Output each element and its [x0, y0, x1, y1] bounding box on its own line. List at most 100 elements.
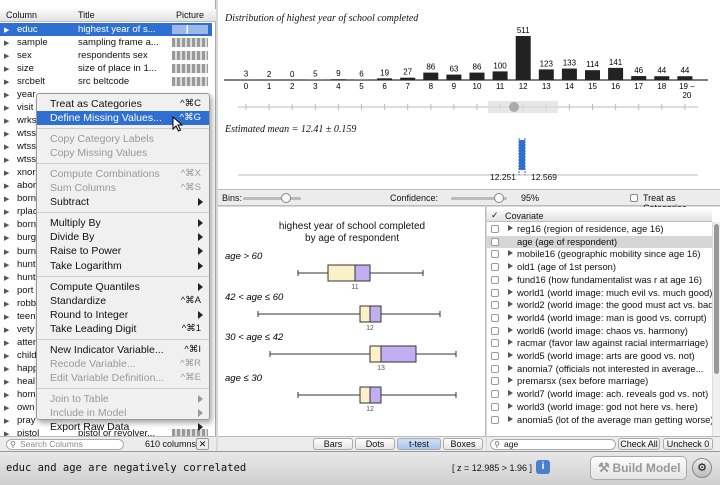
covariate-checkbox[interactable]: [491, 263, 499, 272]
covariate-checkbox[interactable]: [491, 390, 499, 399]
covariate-checkbox[interactable]: [491, 364, 499, 373]
disclosure-triangle-icon[interactable]: [508, 326, 513, 333]
search-columns-input[interactable]: ⚲ Search Columns: [6, 439, 124, 450]
menu-item-take-leading-digit[interactable]: Take Leading Digit ^⌘1: [37, 322, 209, 336]
menu-item-treat-as-categories[interactable]: Treat as Categories ^⌘C: [37, 97, 209, 111]
covariate-checkbox[interactable]: [491, 288, 499, 297]
disclosure-triangle-icon[interactable]: [508, 250, 513, 257]
confidence-slider-handle[interactable]: [494, 193, 504, 203]
disclosure-triangle-icon[interactable]: ▶: [4, 208, 9, 216]
disclosure-triangle-icon[interactable]: ▶: [4, 274, 9, 282]
disclosure-triangle-icon[interactable]: ▶: [4, 65, 9, 73]
covariate-checkbox[interactable]: [491, 377, 499, 386]
covariate-scrollbar[interactable]: [712, 222, 720, 436]
disclosure-triangle-icon[interactable]: ▶: [4, 195, 9, 203]
covariate-row[interactable]: fund16 (how fundamentalist was r at age …: [487, 274, 712, 286]
settings-icon[interactable]: ⚙: [692, 458, 712, 478]
disclosure-triangle-icon[interactable]: ▶: [4, 391, 9, 399]
disclosure-triangle-icon[interactable]: ▶: [4, 182, 9, 190]
covariate-row[interactable]: world1 (world image: much evil vs. much …: [487, 287, 712, 299]
boxes-button[interactable]: Boxes: [443, 438, 483, 450]
dots-button[interactable]: Dots: [355, 438, 395, 450]
disclosure-triangle-icon[interactable]: [508, 402, 513, 409]
uncheck-button[interactable]: Uncheck 0: [663, 438, 713, 450]
disclosure-triangle-icon[interactable]: ▶: [4, 300, 9, 308]
column-row[interactable]: ▶ size size of place in 1...: [0, 62, 212, 75]
column-row[interactable]: ▶ sex respondents sex: [0, 49, 212, 62]
disclosure-triangle-icon[interactable]: ▶: [4, 91, 9, 99]
disclosure-triangle-icon[interactable]: [508, 225, 513, 231]
covariate-row[interactable]: world3 (world image: god not here vs. he…: [487, 401, 712, 413]
disclosure-triangle-icon[interactable]: [508, 390, 513, 397]
column-row[interactable]: ▶ sample sampling frame a...: [0, 36, 212, 49]
covariate-row[interactable]: anomia5 (lot of the average man getting …: [487, 414, 712, 426]
disclosure-triangle-icon[interactable]: ▶: [4, 378, 9, 386]
disclosure-triangle-icon[interactable]: [508, 352, 513, 358]
covariate-row[interactable]: world4 (world image: man is good vs. cor…: [487, 312, 712, 324]
disclosure-triangle-icon[interactable]: ▶: [4, 52, 9, 60]
covariate-search-input[interactable]: ⚲ age: [490, 439, 616, 450]
covariate-checkbox[interactable]: [491, 402, 499, 411]
menu-item-export-raw-data[interactable]: Export Raw Data: [37, 420, 209, 434]
menu-item-multiply-by[interactable]: Multiply By: [37, 216, 209, 230]
column-row[interactable]: ▶ educ highest year of s...: [0, 23, 212, 36]
disclosure-triangle-icon[interactable]: ▶: [4, 326, 9, 334]
disclosure-triangle-icon[interactable]: ▶: [4, 352, 9, 360]
disclosure-triangle-icon[interactable]: ▶: [4, 26, 9, 34]
covariate-checkbox[interactable]: [491, 225, 499, 233]
disclosure-triangle-icon[interactable]: ▶: [4, 169, 9, 177]
covariate-row[interactable]: anomia7 (officials not interested in ave…: [487, 363, 712, 375]
bins-slider-handle[interactable]: [281, 193, 291, 203]
covariate-row[interactable]: premarsx (sex before marriage): [487, 375, 712, 387]
disclosure-triangle-icon[interactable]: ▶: [4, 117, 9, 125]
covariate-header-label[interactable]: Covariate: [505, 211, 544, 221]
disclosure-triangle-icon[interactable]: ▶: [4, 156, 9, 164]
covariate-checkbox[interactable]: [491, 250, 499, 259]
disclosure-triangle-icon[interactable]: [508, 275, 513, 282]
menu-item-new-indicator-variable[interactable]: New Indicator Variable... ^⌘I: [37, 343, 209, 357]
covariate-checkbox[interactable]: [491, 237, 499, 246]
menu-item-subtract[interactable]: Subtract: [37, 195, 209, 209]
menu-item-standardize[interactable]: Standardize ^⌘A: [37, 294, 209, 308]
tools-icon[interactable]: ✕: [196, 438, 209, 450]
treat-as-categories-checkbox[interactable]: [630, 194, 638, 202]
info-icon[interactable]: i: [536, 460, 550, 474]
bins-slider[interactable]: [243, 197, 301, 200]
menu-item-raise-to-power[interactable]: Raise to Power: [37, 244, 209, 258]
menu-item-compute-quantiles[interactable]: Compute Quantiles: [37, 280, 209, 294]
disclosure-triangle-icon[interactable]: [508, 288, 513, 295]
disclosure-triangle-icon[interactable]: [508, 364, 513, 371]
disclosure-triangle-icon[interactable]: ▶: [4, 313, 9, 321]
covariate-checkbox[interactable]: [491, 415, 499, 424]
disclosure-triangle-icon[interactable]: ▶: [4, 261, 9, 269]
disclosure-triangle-icon[interactable]: ▶: [4, 234, 9, 242]
covariate-checkbox[interactable]: [491, 275, 499, 284]
build-model-button[interactable]: ⚒ Build Model: [590, 456, 687, 480]
covariate-checkbox[interactable]: [491, 313, 499, 322]
menu-item-round-to-integer[interactable]: Round to Integer: [37, 308, 209, 322]
covariate-row[interactable]: racmar (favor law against racial interma…: [487, 337, 712, 349]
covariate-checkbox[interactable]: [491, 352, 499, 360]
check-all-button[interactable]: Check All: [618, 438, 660, 450]
covariate-row[interactable]: age (age of respondent): [487, 235, 712, 248]
ttest-button[interactable]: t-test: [397, 438, 441, 450]
bars-button[interactable]: Bars: [313, 438, 353, 450]
disclosure-triangle-icon[interactable]: ▶: [4, 365, 9, 373]
menu-item-take-logarithm[interactable]: Take Logarithm: [37, 259, 209, 273]
disclosure-triangle-icon[interactable]: ▶: [4, 404, 9, 412]
disclosure-triangle-icon[interactable]: [508, 313, 513, 320]
covariate-scrollbar-thumb[interactable]: [714, 224, 719, 374]
covariate-row[interactable]: reg16 (region of residence, age 16): [487, 223, 712, 235]
disclosure-triangle-icon[interactable]: ▶: [4, 417, 9, 425]
covariate-checkbox[interactable]: [491, 326, 499, 335]
disclosure-triangle-icon[interactable]: [508, 415, 513, 422]
covariate-row[interactable]: mobile16 (geographic mobility since age …: [487, 248, 712, 260]
disclosure-triangle-icon[interactable]: ▶: [4, 130, 9, 138]
disclosure-triangle-icon[interactable]: [508, 377, 513, 384]
disclosure-triangle-icon[interactable]: ▶: [4, 143, 9, 151]
column-row[interactable]: ▶ srcbelt src beltcode: [0, 75, 212, 88]
column-header-title[interactable]: Title: [78, 10, 95, 20]
column-header-picture[interactable]: Picture: [176, 10, 204, 20]
disclosure-triangle-icon[interactable]: ▶: [4, 248, 9, 256]
covariate-row[interactable]: world5 (world image: arts are good vs. n…: [487, 350, 712, 362]
